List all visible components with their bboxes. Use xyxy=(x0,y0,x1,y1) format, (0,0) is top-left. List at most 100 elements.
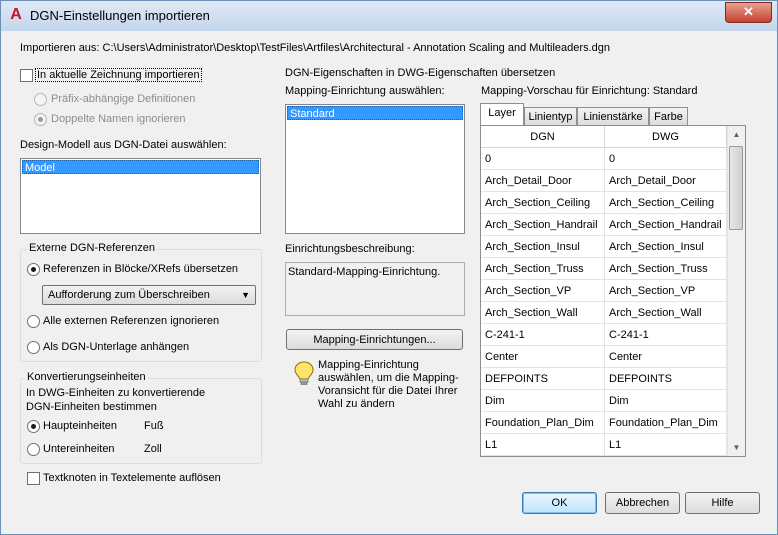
cell-dgn: Arch_Section_Wall xyxy=(481,302,605,324)
ignore-duplicate-names-radio[interactable] xyxy=(34,113,47,126)
cell-dgn: C-241-1 xyxy=(481,324,605,346)
cell-dwg: DEFPOINTS xyxy=(605,368,727,390)
external-refs-title: Externe DGN-Referenzen xyxy=(27,242,157,254)
table-row[interactable]: Foundation_Plan_Dim Foundation_Plan_Dim xyxy=(481,412,727,434)
ignore-duplicate-names-label: Doppelte Namen ignorieren xyxy=(51,113,186,125)
cell-dwg: 0 xyxy=(605,148,727,170)
cell-dwg: L1 xyxy=(605,434,727,456)
cell-dwg: Arch_Section_Ceiling xyxy=(605,192,727,214)
description-box: Standard-Mapping-Einrichtung. xyxy=(285,262,465,316)
cell-dgn: L1 xyxy=(481,434,605,456)
ignore-refs-label: Alle externen Referenzen ignorieren xyxy=(43,315,220,327)
mapping-setups-button[interactable]: Mapping-Einrichtungen... xyxy=(286,329,463,350)
tab-color[interactable]: Farbe xyxy=(649,107,688,125)
tab-lineweight[interactable]: Linienstärke xyxy=(577,107,649,125)
table-row[interactable]: L1 L1 xyxy=(481,434,727,456)
mapping-select-label: Mapping-Einrichtung auswählen: xyxy=(285,85,445,97)
table-row[interactable]: Center Center xyxy=(481,346,727,368)
help-button[interactable]: Hilfe xyxy=(685,492,760,514)
cell-dwg: Foundation_Plan_Dim xyxy=(605,412,727,434)
scroll-up-icon[interactable]: ▲ xyxy=(728,126,745,143)
master-units-radio[interactable] xyxy=(27,420,40,433)
cell-dwg: Arch_Section_Truss xyxy=(605,258,727,280)
cell-dgn: Arch_Detail_Door xyxy=(481,170,605,192)
mapping-section-title: DGN-Eigenschaften in DWG-Eigenschaften ü… xyxy=(285,67,556,79)
description-label: Einrichtungsbeschreibung: xyxy=(285,243,415,255)
cell-dwg: Arch_Section_Wall xyxy=(605,302,727,324)
mapping-preview-grid[interactable]: DGN DWG 0 0 Arch_Detail_Door Arch_Detail_Do… xyxy=(480,125,746,457)
translate-refs-label: Referenzen in Blöcke/XRefs übersetzen xyxy=(43,263,239,275)
table-row[interactable]: Arch_Section_Ceiling Arch_Section_Ceiling xyxy=(481,192,727,214)
dgn-import-dialog: A DGN-Einstellungen importieren ✕ Import… xyxy=(0,0,778,535)
table-row[interactable]: Arch_Section_Handrail Arch_Section_Handra… xyxy=(481,214,727,236)
conversion-units-title: Konvertierungseinheiten xyxy=(25,371,148,383)
mapping-hint-text: Mapping-Einrichtung auswählen, um die Ma… xyxy=(318,359,459,410)
overwrite-dropdown[interactable]: Aufforderung zum Überschreiben ▼ xyxy=(42,285,256,305)
tab-layer[interactable]: Layer xyxy=(480,103,524,125)
cell-dgn: 0 xyxy=(481,148,605,170)
master-units-label: Haupteinheiten xyxy=(43,420,118,432)
sub-units-radio[interactable] xyxy=(27,443,40,456)
window-title: DGN-Einstellungen importieren xyxy=(30,8,210,23)
attach-underlay-label: Als DGN-Unterlage anhängen xyxy=(43,341,190,353)
cell-dgn: Arch_Section_Truss xyxy=(481,258,605,280)
dialog-body: Importieren aus: C:\Users\Administrator\… xyxy=(9,31,769,526)
cell-dgn: DEFPOINTS xyxy=(481,368,605,390)
explode-text-checkbox[interactable] xyxy=(27,472,40,485)
design-model-listbox[interactable]: Model xyxy=(20,158,261,234)
table-row[interactable]: DEFPOINTS DEFPOINTS xyxy=(481,368,727,390)
explode-text-label: Textknoten in Textelemente auflösen xyxy=(43,472,221,484)
cancel-button[interactable]: Abbrechen xyxy=(605,492,680,514)
design-model-item[interactable]: Model xyxy=(22,160,259,174)
cell-dwg: Dim xyxy=(605,390,727,412)
table-row[interactable]: Arch_Section_VP Arch_Section_VP xyxy=(481,280,727,302)
description-text: Standard-Mapping-Einrichtung. xyxy=(288,266,441,278)
prefix-definitions-label: Präfix-abhängige Definitionen xyxy=(51,93,196,105)
cell-dgn: Arch_Section_Insul xyxy=(481,236,605,258)
design-model-label: Design-Modell aus DGN-Datei auswählen: xyxy=(20,139,227,151)
cell-dwg: Arch_Detail_Door xyxy=(605,170,727,192)
autocad-a-icon: A xyxy=(10,6,22,23)
ignore-refs-radio[interactable] xyxy=(27,315,40,328)
cell-dgn: Center xyxy=(481,346,605,368)
cell-dgn: Arch_Section_Ceiling xyxy=(481,192,605,214)
table-row[interactable]: Arch_Detail_Door Arch_Detail_Door xyxy=(481,170,727,192)
grid-scrollbar[interactable]: ▲ ▼ xyxy=(727,126,745,456)
scroll-thumb[interactable] xyxy=(729,146,743,230)
title-bar[interactable]: A DGN-Einstellungen importieren ✕ xyxy=(1,1,777,31)
table-row[interactable]: Arch_Section_Truss Arch_Section_Truss xyxy=(481,258,727,280)
cell-dgn: Foundation_Plan_Dim xyxy=(481,412,605,434)
tab-linetype[interactable]: Linientyp xyxy=(524,107,577,125)
table-row[interactable]: C-241-1 C-241-1 xyxy=(481,324,727,346)
cell-dwg: Arch_Section_VP xyxy=(605,280,727,302)
column-dgn[interactable]: DGN xyxy=(481,126,605,148)
prefix-definitions-radio[interactable] xyxy=(34,93,47,106)
cell-dwg: Arch_Section_Handrail xyxy=(605,214,727,236)
import-current-drawing-label[interactable]: In aktuelle Zeichnung importieren xyxy=(35,68,202,82)
sub-units-label: Untereinheiten xyxy=(43,443,115,455)
conversion-units-description: In DWG-Einheiten zu konvertierende DGN-E… xyxy=(26,387,206,413)
table-row[interactable]: Arch_Section_Insul Arch_Section_Insul xyxy=(481,236,727,258)
preview-tabs: Layer Linientyp Linienstärke Farbe xyxy=(480,103,745,125)
cell-dwg: Arch_Section_Insul xyxy=(605,236,727,258)
import-current-drawing-checkbox[interactable] xyxy=(20,69,33,82)
scroll-down-icon[interactable]: ▼ xyxy=(728,439,745,456)
cell-dgn: Arch_Section_VP xyxy=(481,280,605,302)
column-dwg[interactable]: DWG xyxy=(605,126,727,148)
preview-label: Mapping-Vorschau für Einrichtung: Standa… xyxy=(481,85,698,97)
translate-refs-radio[interactable] xyxy=(27,263,40,276)
overwrite-dropdown-value: Aufforderung zum Überschreiben xyxy=(48,289,210,301)
mapping-item[interactable]: Standard xyxy=(287,106,463,120)
lightbulb-icon xyxy=(294,361,314,385)
table-row[interactable]: Dim Dim xyxy=(481,390,727,412)
master-units-value: Fuß xyxy=(144,420,164,432)
attach-underlay-radio[interactable] xyxy=(27,341,40,354)
import-path-label: Importieren aus: C:\Users\Administrator\… xyxy=(20,42,610,54)
table-row[interactable]: 00 xyxy=(481,148,727,170)
cell-dwg: Center xyxy=(605,346,727,368)
mapping-listbox[interactable]: Standard xyxy=(285,104,465,234)
close-button[interactable]: ✕ xyxy=(725,2,772,23)
table-row[interactable]: Arch_Section_Wall Arch_Section_Wall xyxy=(481,302,727,324)
ok-button[interactable]: OK xyxy=(522,492,597,514)
chevron-down-icon: ▼ xyxy=(241,290,250,300)
